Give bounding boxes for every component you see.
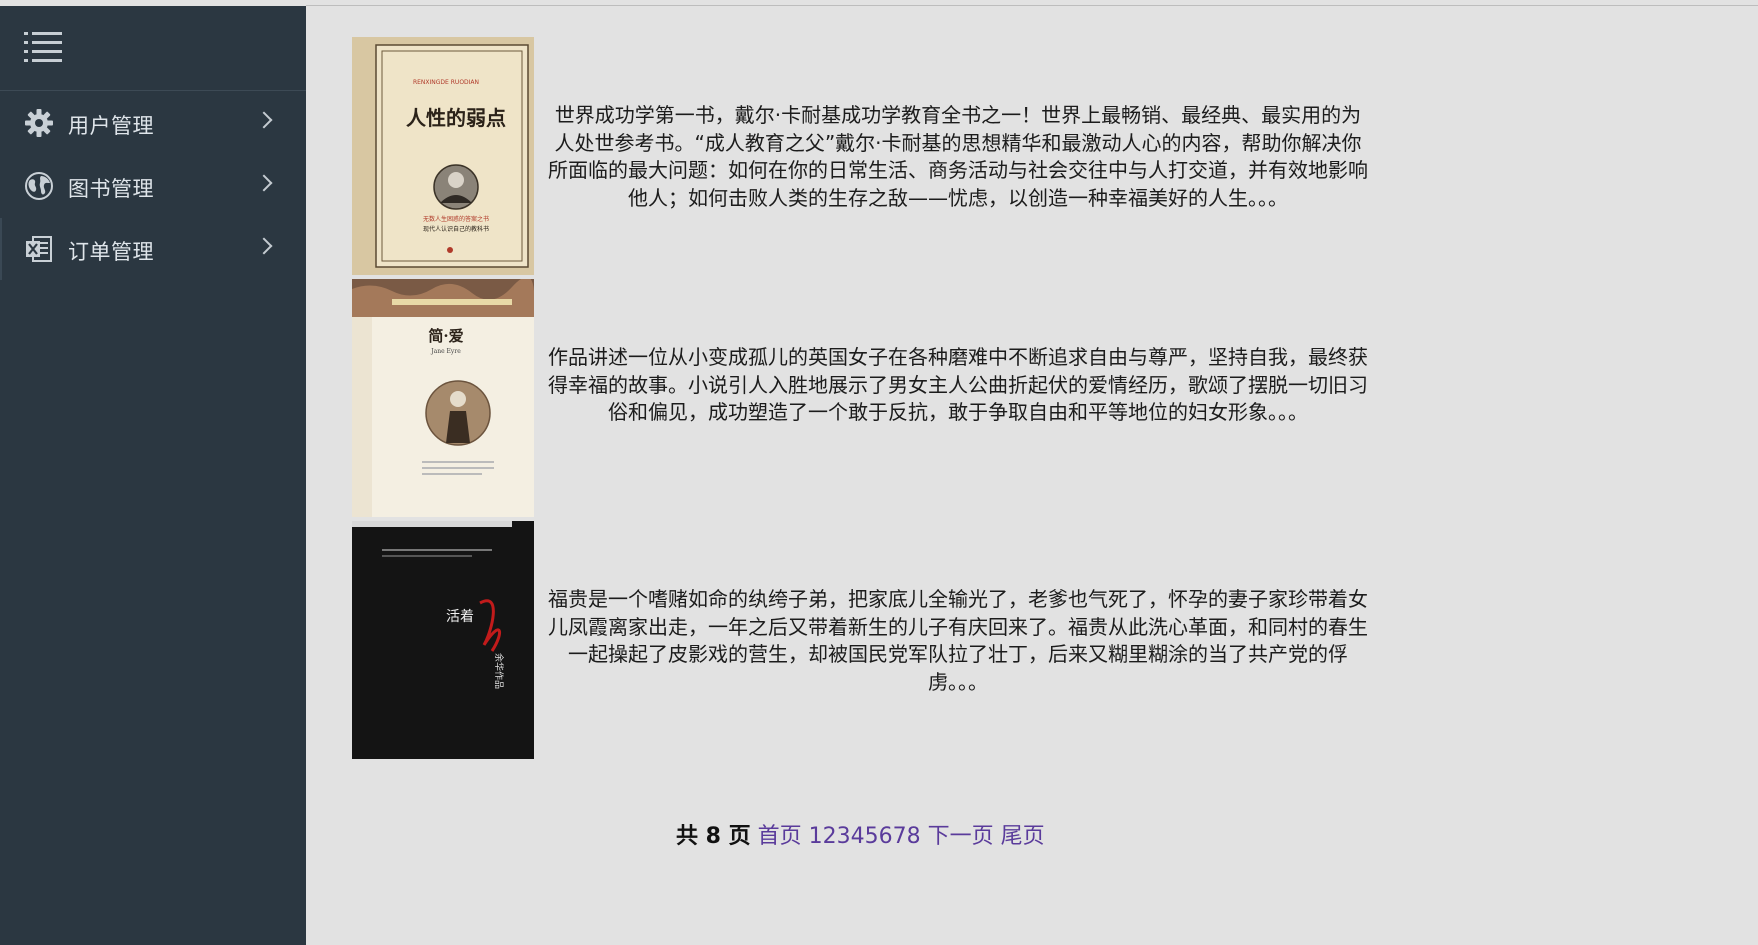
last-page-link[interactable]: 尾页 — [1001, 824, 1045, 849]
excel-file-icon — [24, 234, 54, 264]
sidebar-item-label: 用户管理 — [68, 114, 154, 138]
page-link-1[interactable]: 1 — [809, 824, 823, 849]
next-page-link[interactable]: 下一页 — [928, 824, 994, 849]
chevron-right-icon — [255, 174, 273, 192]
sidebar-item-book-management[interactable]: 图书管理 — [0, 155, 306, 217]
page-count-label: 共 8 页 — [676, 824, 751, 849]
page-link-2[interactable]: 2 — [823, 824, 837, 849]
cover-title: 活着 — [446, 609, 474, 625]
top-border — [306, 5, 1758, 6]
gear-icon — [24, 108, 54, 138]
book-description: 世界成功学第一书，戴尔·卡耐基成功学教育全书之一！世界上最畅销、最经典、最实用的… — [548, 103, 1368, 210]
sidebar-item-label: 订单管理 — [68, 240, 154, 264]
cover-series: 现代人认识自己的教科书 — [423, 225, 489, 233]
page-link-8[interactable]: 8 — [907, 824, 921, 849]
first-page-link[interactable]: 首页 — [758, 824, 802, 849]
cover-pinyin: RENXINGDE RUODIAN — [413, 79, 479, 86]
cover-subtitle: 余华作品 — [493, 653, 505, 689]
page-link-4[interactable]: 4 — [851, 824, 865, 849]
pagination: 共 8 页 首页 12345678 下一页 尾页 — [676, 818, 1045, 850]
page-link-7[interactable]: 7 — [893, 824, 907, 849]
book-cover-image[interactable]: RENXINGDE RUODIAN 人性的弱点 无数人生困惑的答案之书 现代人认… — [352, 37, 534, 275]
cover-subtitle: Jane Eyre — [430, 348, 461, 355]
book-cover-image[interactable]: 简·爱 Jane Eyre — [352, 279, 534, 517]
chevron-right-icon — [255, 111, 273, 129]
globe-icon — [24, 171, 54, 201]
menu-toggle-icon[interactable] — [24, 30, 62, 66]
cover-title: 人性的弱点 — [406, 106, 506, 130]
page-link-3[interactable]: 3 — [837, 824, 851, 849]
sidebar-item-order-management[interactable]: 订单管理 — [0, 218, 306, 280]
sidebar: 用户管理 图书管理 订单管理 — [0, 6, 306, 945]
sidebar-item-label: 图书管理 — [68, 177, 154, 201]
book-cover-image[interactable]: 活着 余华作品 — [352, 521, 534, 759]
cover-subtitle: 无数人生困惑的答案之书 — [423, 215, 489, 223]
chevron-right-icon — [255, 237, 273, 255]
page-link-6[interactable]: 6 — [879, 824, 893, 849]
sidebar-divider — [0, 90, 306, 91]
book-description: 福贵是一个嗜赌如命的纨绔子弟，把家底儿全输光了，老爹也气死了，怀孕的妻子家珍带着… — [548, 587, 1368, 694]
book-description: 作品讲述一位从小变成孤儿的英国女子在各种磨难中不断追求自由与尊严，坚持自我，最终… — [548, 345, 1368, 424]
cover-title: 简·爱 — [428, 327, 463, 345]
page-link-5[interactable]: 5 — [865, 824, 879, 849]
sidebar-item-user-management[interactable]: 用户管理 — [0, 92, 306, 154]
